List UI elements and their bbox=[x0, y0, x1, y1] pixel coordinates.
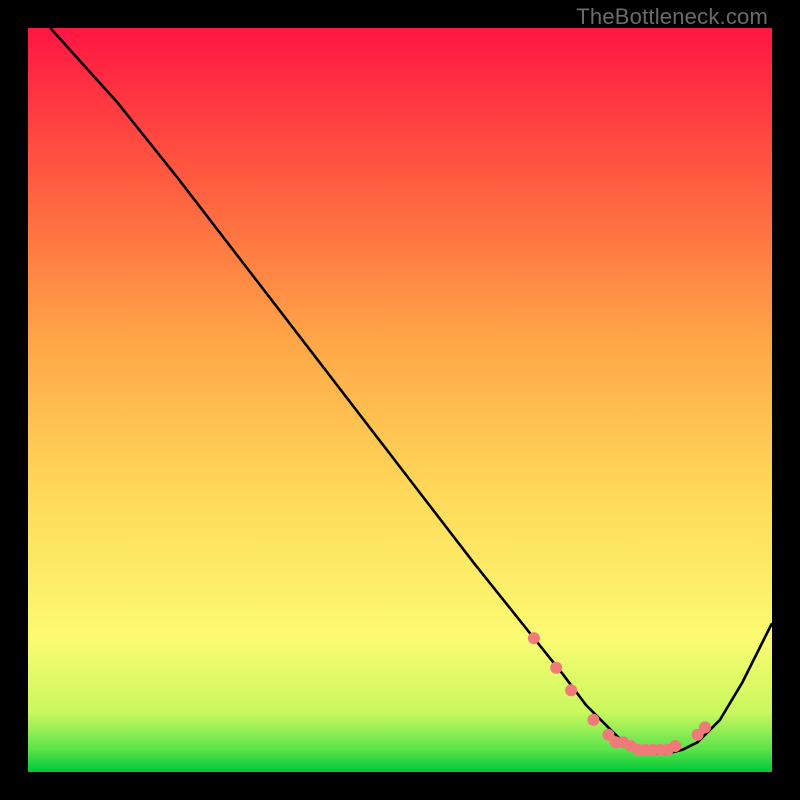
bottleneck-chart bbox=[28, 28, 772, 772]
highlight-marker bbox=[528, 632, 540, 644]
highlight-marker bbox=[699, 721, 711, 733]
chart-frame bbox=[28, 28, 772, 772]
watermark-text: TheBottleneck.com bbox=[576, 4, 768, 30]
highlight-marker bbox=[550, 662, 562, 674]
highlight-marker bbox=[587, 714, 599, 726]
highlight-marker bbox=[565, 684, 577, 696]
highlight-marker bbox=[669, 740, 681, 752]
gradient-background bbox=[28, 28, 772, 772]
